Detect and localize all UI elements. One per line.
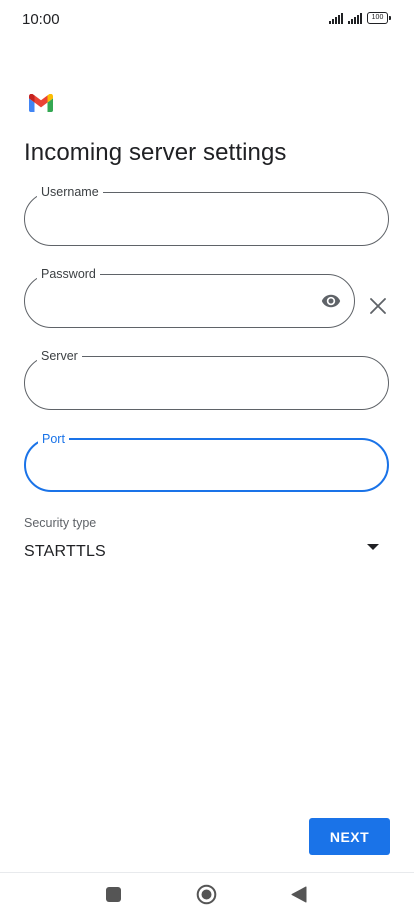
caret-down-icon [367, 544, 379, 550]
next-button[interactable]: NEXT [309, 818, 390, 855]
username-label: Username [37, 184, 103, 200]
password-label: Password [37, 266, 100, 282]
server-label: Server [37, 348, 82, 364]
username-input[interactable] [41, 207, 321, 231]
nav-home-icon[interactable] [196, 884, 217, 905]
battery-icon: 100 [367, 12, 391, 24]
security-type-label: Security type [24, 516, 97, 530]
security-type-value: STARTTLS [24, 543, 106, 560]
username-field[interactable]: Username [24, 184, 389, 246]
security-type-dropdown[interactable]: STARTTLS [24, 540, 389, 566]
page-title: Incoming server settings [24, 139, 287, 166]
close-icon[interactable] [369, 297, 387, 315]
server-field[interactable]: Server [24, 348, 389, 410]
status-bar: 10:00 100 [0, 0, 414, 40]
password-input[interactable] [41, 289, 291, 313]
server-input[interactable] [41, 371, 321, 395]
nav-recents-icon[interactable] [106, 887, 121, 902]
status-time: 10:00 [22, 11, 60, 28]
port-input[interactable] [42, 454, 322, 478]
eye-icon[interactable] [320, 291, 342, 311]
nav-back-icon[interactable] [291, 886, 307, 903]
port-label: Port [38, 431, 69, 447]
gmail-logo-icon [29, 94, 53, 112]
password-field[interactable]: Password [24, 266, 355, 328]
port-field[interactable]: Port [24, 431, 389, 492]
signal-icon [348, 13, 362, 24]
status-indicators: 100 [329, 12, 391, 24]
signal-icon [329, 13, 343, 24]
nav-divider [0, 872, 414, 873]
